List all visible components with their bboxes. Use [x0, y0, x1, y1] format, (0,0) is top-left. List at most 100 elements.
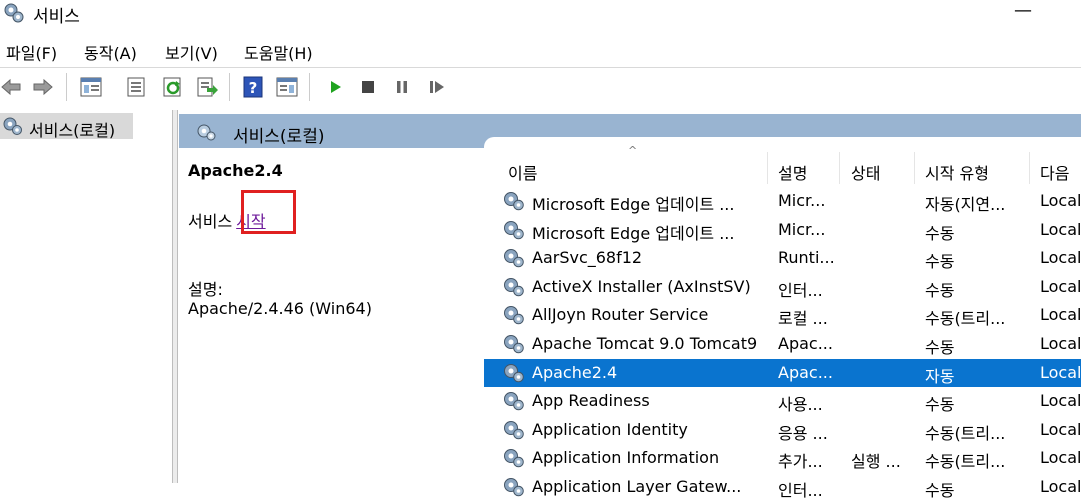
toolbar-separator — [229, 73, 230, 101]
service-description-cell: 인터... — [778, 481, 823, 500]
service-log-on-as-cell: Local — [1040, 419, 1081, 439]
minimize-button[interactable]: — — [1012, 0, 1034, 21]
window-title: 서비스 — [33, 7, 80, 27]
service-row[interactable]: AllJoyn Router Service 로컬 ... 수동(트리... Loca… — [484, 301, 1081, 329]
service-row[interactable]: Application Information 추가... 실행 ... 수동(트리.… — [484, 444, 1081, 472]
service-row[interactable]: App Readiness 사용... 수동 Local — [484, 387, 1081, 415]
service-startup-type-cell: 자동(지연... — [925, 195, 1006, 214]
column-header-log-on-as[interactable]: 다음 — [1040, 160, 1069, 184]
service-startup-type-cell: 수동 — [925, 223, 955, 243]
resume-icon[interactable] — [426, 76, 448, 98]
service-name-cell: Application Information — [532, 448, 720, 468]
export-list-icon[interactable] — [196, 76, 218, 98]
service-log-on-as-cell: Local — [1040, 362, 1081, 382]
service-gear-icon — [502, 304, 526, 330]
service-name-cell: Microsoft Edge 업데이트 ... — [532, 195, 735, 214]
service-log-on-as-cell: Local — [1040, 334, 1081, 353]
service-log-on-as-cell: Local — [1040, 191, 1081, 210]
service-description-cell: Micr... — [778, 191, 826, 210]
menu-help[interactable]: 도움말(H) — [244, 40, 313, 64]
service-log-on-as-cell: Local — [1040, 248, 1081, 268]
service-description-cell: Apac... — [778, 362, 833, 382]
column-header-startup-type[interactable]: 시작 유형 — [925, 160, 989, 184]
toolbar-separator — [309, 73, 310, 101]
service-log-on-as-cell: Local — [1040, 477, 1081, 496]
services-gear-icon — [3, 2, 25, 24]
service-description-cell: 로컬 ... — [778, 309, 828, 329]
service-startup-type-cell: 수동 — [925, 252, 955, 272]
menu-file[interactable]: 파일(F) — [6, 40, 57, 64]
toolbar-separator — [66, 73, 67, 101]
column-header-status[interactable]: 상태 — [851, 160, 880, 184]
service-gear-icon — [502, 247, 526, 273]
console-tree: 서비스(로컬) — [0, 110, 172, 483]
svg-text:?: ? — [249, 79, 258, 97]
service-name-cell: AllJoyn Router Service — [532, 305, 709, 325]
column-header-description[interactable]: 설명 — [778, 160, 807, 184]
play-icon[interactable] — [324, 76, 346, 98]
service-gear-icon — [502, 333, 526, 359]
service-log-on-as-cell: Local — [1040, 391, 1081, 411]
service-gear-icon — [502, 276, 526, 302]
show-hide-tree-icon[interactable] — [80, 76, 102, 98]
service-name-cell: App Readiness — [532, 391, 650, 411]
service-description-cell: Micr... — [778, 219, 826, 239]
service-log-on-as-cell: Local — [1040, 276, 1081, 296]
service-detail-pane: Apache2.4 서비스 시작 설명: Apache/2.4.46 (Win64… — [179, 148, 484, 483]
service-name-cell: AarSvc_68f12 — [532, 248, 643, 268]
back-arrow-icon[interactable] — [0, 76, 22, 98]
list-header: ^ 이름 설명 상태 시작 유형 다음 — [484, 144, 1081, 184]
help-icon[interactable]: ? — [242, 76, 264, 98]
service-gear-icon — [502, 362, 526, 388]
column-header-name[interactable]: 이름 — [508, 160, 537, 184]
service-row[interactable]: Application Layer Gatew... 인터... 수동 Local — [484, 473, 1081, 501]
pane-splitter[interactable] — [172, 110, 178, 483]
service-name-cell: Apache Tomcat 9.0 Tomcat9 — [532, 334, 758, 353]
service-log-on-as-cell: Local — [1040, 219, 1081, 239]
properties-icon[interactable] — [125, 76, 147, 98]
service-gear-icon — [502, 476, 526, 502]
column-separator[interactable] — [839, 152, 840, 184]
forward-arrow-icon[interactable] — [32, 76, 54, 98]
service-row[interactable]: AarSvc_68f12 Runti... 수동 Local — [484, 244, 1081, 272]
service-startup-type-cell: 수동 — [925, 280, 955, 300]
service-startup-type-cell: 수동(트리... — [925, 452, 1006, 472]
service-row[interactable]: Microsoft Edge 업데이트 ... Micr... 수동 Local — [484, 216, 1081, 244]
service-row[interactable]: ActiveX Installer (AxInstSV) 인터... 수동 Local — [484, 273, 1081, 301]
tree-item-services-local[interactable]: 서비스(로컬) — [0, 113, 133, 140]
sort-ascending-icon: ^ — [628, 144, 638, 157]
column-separator[interactable] — [914, 152, 915, 184]
menu-bar: 파일(F) 동작(A) 보기(V) 도움말(H) — [0, 36, 1081, 64]
refresh-icon[interactable] — [162, 76, 184, 98]
service-row[interactable]: Apache Tomcat 9.0 Tomcat9 Apac... 수동 Local — [484, 330, 1081, 358]
tree-item-label: 서비스(로컬) — [29, 121, 116, 140]
column-separator[interactable] — [767, 152, 768, 184]
column-separator[interactable] — [1029, 152, 1030, 184]
stop-icon[interactable] — [357, 76, 379, 98]
service-gear-icon — [502, 419, 526, 445]
description-label: 설명: — [188, 280, 223, 299]
menu-view[interactable]: 보기(V) — [165, 40, 218, 64]
service-startup-type-cell: 수동 — [925, 338, 955, 357]
service-description-cell: 추가... — [778, 452, 823, 472]
service-gear-icon — [502, 447, 526, 473]
service-description-cell: 응용 ... — [778, 423, 828, 443]
service-gear-icon — [502, 219, 526, 245]
service-row[interactable]: Apache2.4 Apac... 자동 Local — [484, 358, 1081, 388]
service-description-cell: Runti... — [778, 248, 834, 268]
service-startup-type-cell: 수동(트리... — [925, 423, 1006, 443]
service-row[interactable]: Microsoft Edge 업데이트 ... Micr... 자동(지연... Lo… — [484, 187, 1081, 215]
service-gear-icon — [502, 390, 526, 416]
service-row[interactable]: Application Identity 응용 ... 수동(트리... Local — [484, 416, 1081, 444]
service-description-cell: 인터... — [778, 280, 823, 300]
service-gear-icon — [502, 190, 526, 216]
selected-service-name: Apache2.4 — [188, 161, 283, 180]
service-action-prefix: 서비스 — [188, 212, 233, 231]
pause-icon[interactable] — [391, 76, 413, 98]
service-name-cell: Microsoft Edge 업데이트 ... — [532, 223, 735, 243]
service-log-on-as-cell: Local — [1040, 305, 1081, 325]
service-startup-type-cell: 수동 — [925, 481, 955, 500]
service-log-on-as-cell: Local — [1040, 448, 1081, 468]
show-hide-action-pane-icon[interactable] — [276, 76, 298, 98]
menu-action[interactable]: 동작(A) — [84, 40, 137, 64]
